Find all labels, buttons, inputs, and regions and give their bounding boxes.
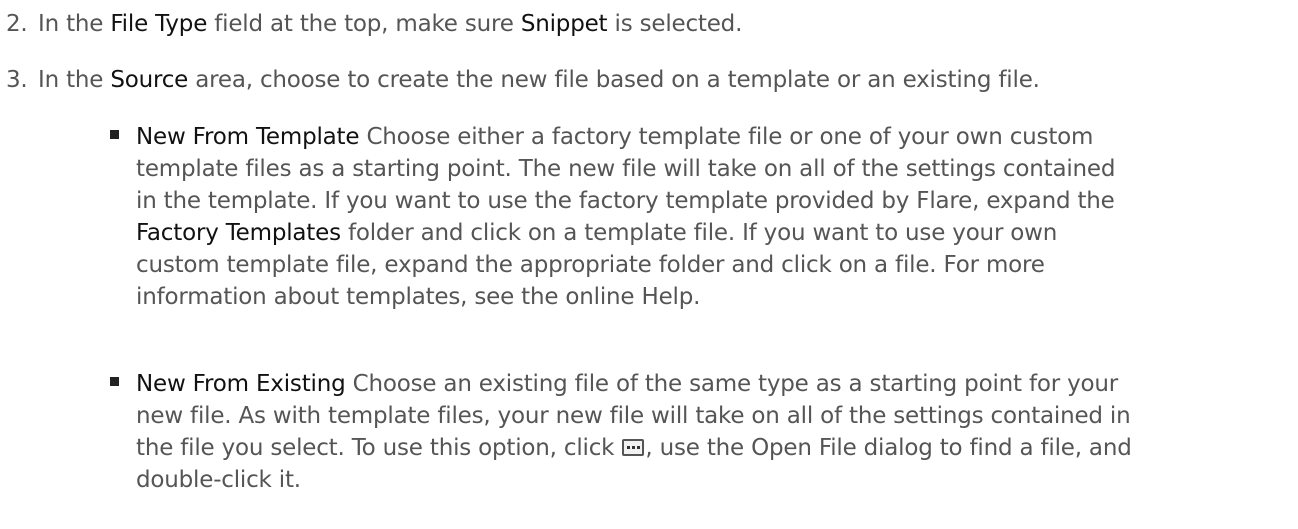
- step-text: area, choose to create the new file base…: [188, 67, 1040, 93]
- bullet-square-icon: [110, 130, 119, 139]
- option-text: the file you select. To use this option,…: [136, 435, 622, 461]
- option-text: Choose either a factory template file or…: [359, 124, 1094, 150]
- step-2: 2. In the File Type field at the top, mak…: [6, 8, 742, 40]
- text-line: template files as a starting point. The …: [136, 156, 1116, 182]
- step-text: is selected.: [607, 11, 743, 37]
- text-line: information about templates, see the onl…: [136, 284, 701, 310]
- text-line: Factory Templates folder and click on a …: [136, 217, 1281, 249]
- option-title: New From Existing: [136, 371, 346, 397]
- snippet-term: Snippet: [520, 11, 608, 37]
- ellipsis-button-icon: [622, 439, 645, 456]
- source-term: Source: [110, 67, 189, 93]
- bullet-square-icon: [110, 377, 119, 386]
- option-title: New From Template: [136, 124, 360, 150]
- text-line: in the template. If you want to use the …: [136, 188, 1115, 214]
- text-line: New From Template Choose either a factor…: [136, 121, 1281, 153]
- text-line: the file you select. To use this option,…: [136, 432, 1281, 464]
- text-line: custom template file, expand the appropr…: [136, 252, 1045, 278]
- option-text: Choose an existing file of the same type…: [345, 371, 1119, 397]
- text-line: New From Existing Choose an existing fil…: [136, 368, 1281, 400]
- document-page: 2. In the File Type field at the top, mak…: [0, 0, 1298, 529]
- option-new-from-existing: New From Existing Choose an existing fil…: [110, 368, 1281, 496]
- factory-templates-term: Factory Templates: [136, 220, 341, 246]
- step-number: 3.: [6, 67, 28, 93]
- step-3: 3. In the Source area, choose to create t…: [6, 64, 1040, 96]
- option-text: folder and click on a template file. If …: [340, 220, 1058, 246]
- step-text: field at the top, make sure: [207, 11, 521, 37]
- step-text: In the: [38, 67, 111, 93]
- text-line: double-click it.: [136, 467, 301, 493]
- option-text: , use the Open File dialog to find a fil…: [645, 435, 1132, 461]
- file-type-term: File Type: [110, 11, 208, 37]
- text-line: new file. As with template files, your n…: [136, 403, 1131, 429]
- option-new-from-template: New From Template Choose either a factor…: [110, 121, 1281, 313]
- step-number: 2.: [6, 11, 28, 37]
- step-text: In the: [38, 11, 111, 37]
